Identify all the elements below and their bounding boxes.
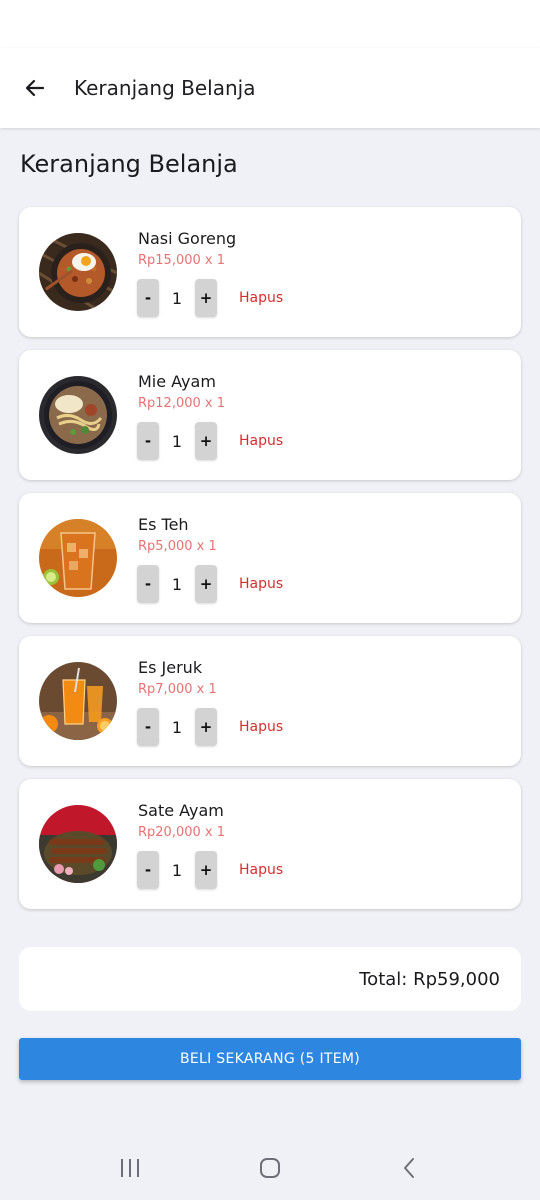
page-title: Keranjang Belanja	[20, 150, 238, 178]
item-price: Rp15,000 x 1	[138, 253, 226, 268]
remove-button[interactable]: Hapus	[239, 433, 283, 449]
recent-apps-icon[interactable]	[110, 1148, 150, 1188]
remove-button[interactable]: Hapus	[239, 576, 283, 592]
item-price: Rp12,000 x 1	[138, 396, 226, 411]
quantity-stepper: - 1 + Hapus	[137, 851, 283, 889]
cart-item: Sate Ayam Rp20,000 x 1 - 1 + Hapus	[19, 779, 521, 909]
remove-button[interactable]: Hapus	[239, 719, 283, 735]
item-name: Nasi Goreng	[138, 229, 237, 248]
decrease-button[interactable]: -	[137, 279, 159, 317]
arrow-left-icon[interactable]	[20, 73, 50, 103]
app-bar: Keranjang Belanja	[0, 48, 540, 128]
item-name: Es Teh	[138, 515, 189, 534]
system-nav-bar	[0, 1136, 540, 1200]
quantity-stepper: - 1 + Hapus	[137, 565, 283, 603]
cart-list: Nasi Goreng Rp15,000 x 1 - 1 + Hapus Mie…	[19, 207, 521, 922]
decrease-button[interactable]: -	[137, 708, 159, 746]
quantity-value: 1	[171, 717, 183, 737]
item-name: Es Jeruk	[138, 658, 203, 677]
cart-item: Mie Ayam Rp12,000 x 1 - 1 + Hapus	[19, 350, 521, 480]
item-price: Rp5,000 x 1	[138, 539, 217, 554]
item-price: Rp7,000 x 1	[138, 682, 217, 697]
decrease-button[interactable]: -	[137, 565, 159, 603]
item-name: Mie Ayam	[138, 372, 216, 391]
cart-item: Nasi Goreng Rp15,000 x 1 - 1 + Hapus	[19, 207, 521, 337]
quantity-stepper: - 1 + Hapus	[137, 708, 283, 746]
mie-ayam-photo	[39, 376, 117, 454]
increase-button[interactable]: +	[195, 565, 217, 603]
cart-item: Es Teh Rp5,000 x 1 - 1 + Hapus	[19, 493, 521, 623]
sate-ayam-photo	[39, 805, 117, 883]
remove-button[interactable]: Hapus	[239, 862, 283, 878]
total-card: Total: Rp59,000	[19, 947, 521, 1011]
increase-button[interactable]: +	[195, 708, 217, 746]
decrease-button[interactable]: -	[137, 851, 159, 889]
buy-now-button[interactable]: BELI SEKARANG (5 ITEM)	[19, 1038, 521, 1080]
quantity-value: 1	[171, 574, 183, 594]
app-bar-title: Keranjang Belanja	[74, 76, 256, 100]
total-amount: Total: Rp59,000	[359, 968, 500, 990]
es-jeruk-photo	[39, 662, 117, 740]
home-icon[interactable]	[250, 1148, 290, 1188]
es-teh-photo	[39, 519, 117, 597]
decrease-button[interactable]: -	[137, 422, 159, 460]
quantity-value: 1	[171, 431, 183, 451]
remove-button[interactable]: Hapus	[239, 290, 283, 306]
nasi-goreng-photo	[39, 233, 117, 311]
quantity-value: 1	[171, 860, 183, 880]
back-icon[interactable]	[390, 1148, 430, 1188]
quantity-stepper: - 1 + Hapus	[137, 279, 283, 317]
increase-button[interactable]: +	[195, 851, 217, 889]
status-bar	[0, 0, 540, 48]
item-price: Rp20,000 x 1	[138, 825, 226, 840]
increase-button[interactable]: +	[195, 422, 217, 460]
item-name: Sate Ayam	[138, 801, 224, 820]
quantity-value: 1	[171, 288, 183, 308]
quantity-stepper: - 1 + Hapus	[137, 422, 283, 460]
increase-button[interactable]: +	[195, 279, 217, 317]
cart-item: Es Jeruk Rp7,000 x 1 - 1 + Hapus	[19, 636, 521, 766]
